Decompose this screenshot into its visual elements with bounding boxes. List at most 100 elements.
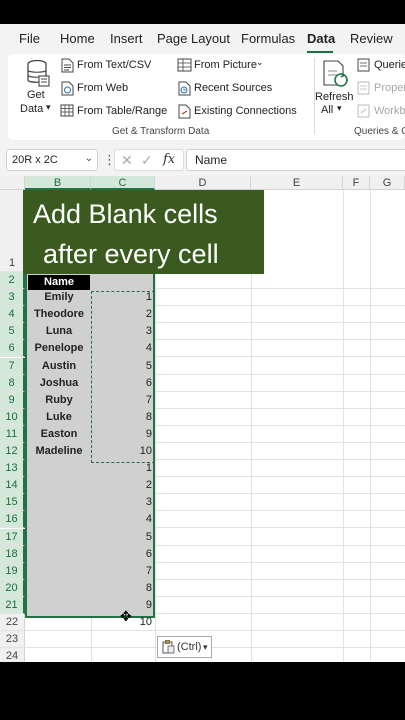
row-header-19[interactable]: 19 <box>0 563 25 580</box>
tab-formulas[interactable]: Formulas <box>241 31 295 46</box>
formula-bar: 20R x 2C ⌄ ⋮ ✕ ✓ fx Name <box>0 146 405 176</box>
chevron-down-icon: ⌄ <box>256 57 264 67</box>
number-cell[interactable]: 3 <box>92 323 152 340</box>
row-header-4[interactable]: 4 <box>0 306 25 323</box>
properties-icon <box>357 81 370 95</box>
column-header-f[interactable]: F <box>343 176 370 190</box>
number-cell[interactable]: 2 <box>92 306 152 323</box>
paste-options-label: (Ctrl) <box>177 641 202 653</box>
number-cell[interactable]: 6 <box>92 375 152 392</box>
name-cell[interactable]: Joshua <box>28 375 90 392</box>
tab-file[interactable]: File <box>19 31 40 46</box>
tab-home[interactable]: Home <box>60 31 95 46</box>
row-header-12[interactable]: 12 <box>0 443 25 460</box>
row-header-15[interactable]: 15 <box>0 494 25 511</box>
number-cell[interactable]: 1 <box>92 289 152 306</box>
row-header-23[interactable]: 23 <box>0 631 25 648</box>
row-header-21[interactable]: 21 <box>0 597 25 614</box>
number-cell[interactable]: 4 <box>92 340 152 357</box>
row-header-14[interactable]: 14 <box>0 477 25 494</box>
spreadsheet-grid[interactable]: B C D E F G 1 2 3 4 5 6 7 8 9 10 11 12 13 14 15 16 17 18… <box>0 176 405 662</box>
row-header-17[interactable]: 17 <box>0 529 25 546</box>
recent-sources-label: Recent Sources <box>194 82 273 94</box>
name-cell[interactable]: Theodore <box>28 306 90 323</box>
number-cell[interactable]: 8 <box>92 409 152 426</box>
chevron-down-icon: ▾ <box>46 102 51 112</box>
name-box[interactable]: 20R x 2C ⌄ <box>6 149 98 171</box>
enter-check-icon[interactable]: ✓ <box>141 152 153 169</box>
row-header-11[interactable]: 11 <box>0 426 25 443</box>
text-file-icon <box>61 58 74 73</box>
name-cell[interactable]: Emily <box>28 289 90 306</box>
number-cell[interactable]: 10 <box>92 443 152 460</box>
group-label-get-transform: Get & Transform Data <box>112 126 210 137</box>
column-header-c[interactable]: C <box>91 176 155 190</box>
number-cell[interactable]: 3 <box>92 494 152 511</box>
table-icon <box>60 104 74 117</box>
gridline <box>25 630 405 631</box>
row-header-24[interactable]: 24 <box>0 648 25 662</box>
column-header-g[interactable]: G <box>370 176 405 190</box>
number-cell[interactable]: 1 <box>92 460 152 477</box>
name-cell[interactable]: Easton <box>28 426 90 443</box>
existing-connections-label: Existing Connections <box>194 105 297 117</box>
column-header-e[interactable]: E <box>251 176 343 190</box>
tab-review[interactable]: Review <box>350 31 393 46</box>
number-cell[interactable]: 5 <box>92 529 152 546</box>
row-header-13[interactable]: 13 <box>0 460 25 477</box>
tab-data[interactable]: Data <box>307 31 335 46</box>
name-cell[interactable]: Penelope <box>28 340 90 357</box>
number-cell[interactable]: 8 <box>92 580 152 597</box>
get-data-label-2: Data <box>20 103 44 115</box>
row-header-16[interactable]: 16 <box>0 511 25 528</box>
name-header-cell[interactable]: Name <box>28 275 90 290</box>
row-header-3[interactable]: 3 <box>0 289 25 306</box>
row-header-2[interactable]: 2 <box>0 272 25 289</box>
name-cell[interactable]: Luke <box>28 409 90 426</box>
row-header-8[interactable]: 8 <box>0 375 25 392</box>
gridline <box>343 190 344 662</box>
refresh-all-label: All <box>321 104 334 116</box>
from-table-range-label: From Table/Range <box>77 105 168 117</box>
number-cell[interactable]: 2 <box>92 477 152 494</box>
name-cell[interactable]: Ruby <box>28 392 90 409</box>
row-header-20[interactable]: 20 <box>0 580 25 597</box>
formula-content: Name <box>195 153 228 167</box>
name-cell[interactable]: Madeline <box>28 443 90 460</box>
row-header-6[interactable]: 6 <box>0 340 25 357</box>
row-header-18[interactable]: 18 <box>0 546 25 563</box>
number-cell[interactable]: 7 <box>92 563 152 580</box>
row-header-10[interactable]: 10 <box>0 409 25 426</box>
cancel-icon[interactable]: ✕ <box>121 152 133 169</box>
picture-table-icon <box>177 58 192 72</box>
formula-input[interactable]: Name <box>186 149 405 171</box>
insert-function-icon[interactable]: fx <box>163 152 175 167</box>
tab-insert[interactable]: Insert <box>110 31 143 46</box>
database-icon <box>27 59 50 87</box>
number-cell[interactable]: 4 <box>92 511 152 528</box>
get-data-label: Get <box>27 89 45 101</box>
number-cell[interactable]: 9 <box>92 426 152 443</box>
column-header-d[interactable]: D <box>155 176 251 190</box>
number-cell[interactable]: 7 <box>92 392 152 409</box>
row-header-9[interactable]: 9 <box>0 392 25 409</box>
row-header-22[interactable]: 22 <box>0 614 25 631</box>
gridline <box>25 647 405 648</box>
refresh-label: Refresh <box>315 91 354 103</box>
row-header-5[interactable]: 5 <box>0 323 25 340</box>
paste-options-button[interactable]: (Ctrl) ▾ <box>157 636 212 658</box>
select-all-corner[interactable] <box>0 176 25 190</box>
tab-page-layout[interactable]: Page Layout <box>157 31 230 46</box>
number-cell[interactable]: 6 <box>92 546 152 563</box>
number-cell[interactable]: 5 <box>92 358 152 375</box>
row-header-7[interactable]: 7 <box>0 358 25 375</box>
refresh-icon <box>323 60 348 87</box>
column-header-b[interactable]: B <box>25 176 91 190</box>
top-letterbox <box>0 0 405 24</box>
from-web-label: From Web <box>77 82 129 94</box>
name-cell[interactable]: Austin <box>28 358 90 375</box>
workbook-links-icon <box>357 104 370 118</box>
name-cell[interactable]: Luna <box>28 323 90 340</box>
row-header-1[interactable]: 1 <box>0 190 25 272</box>
ribbon-panel: Get Data ▾ From Text/CSV From Web From T… <box>8 54 405 140</box>
